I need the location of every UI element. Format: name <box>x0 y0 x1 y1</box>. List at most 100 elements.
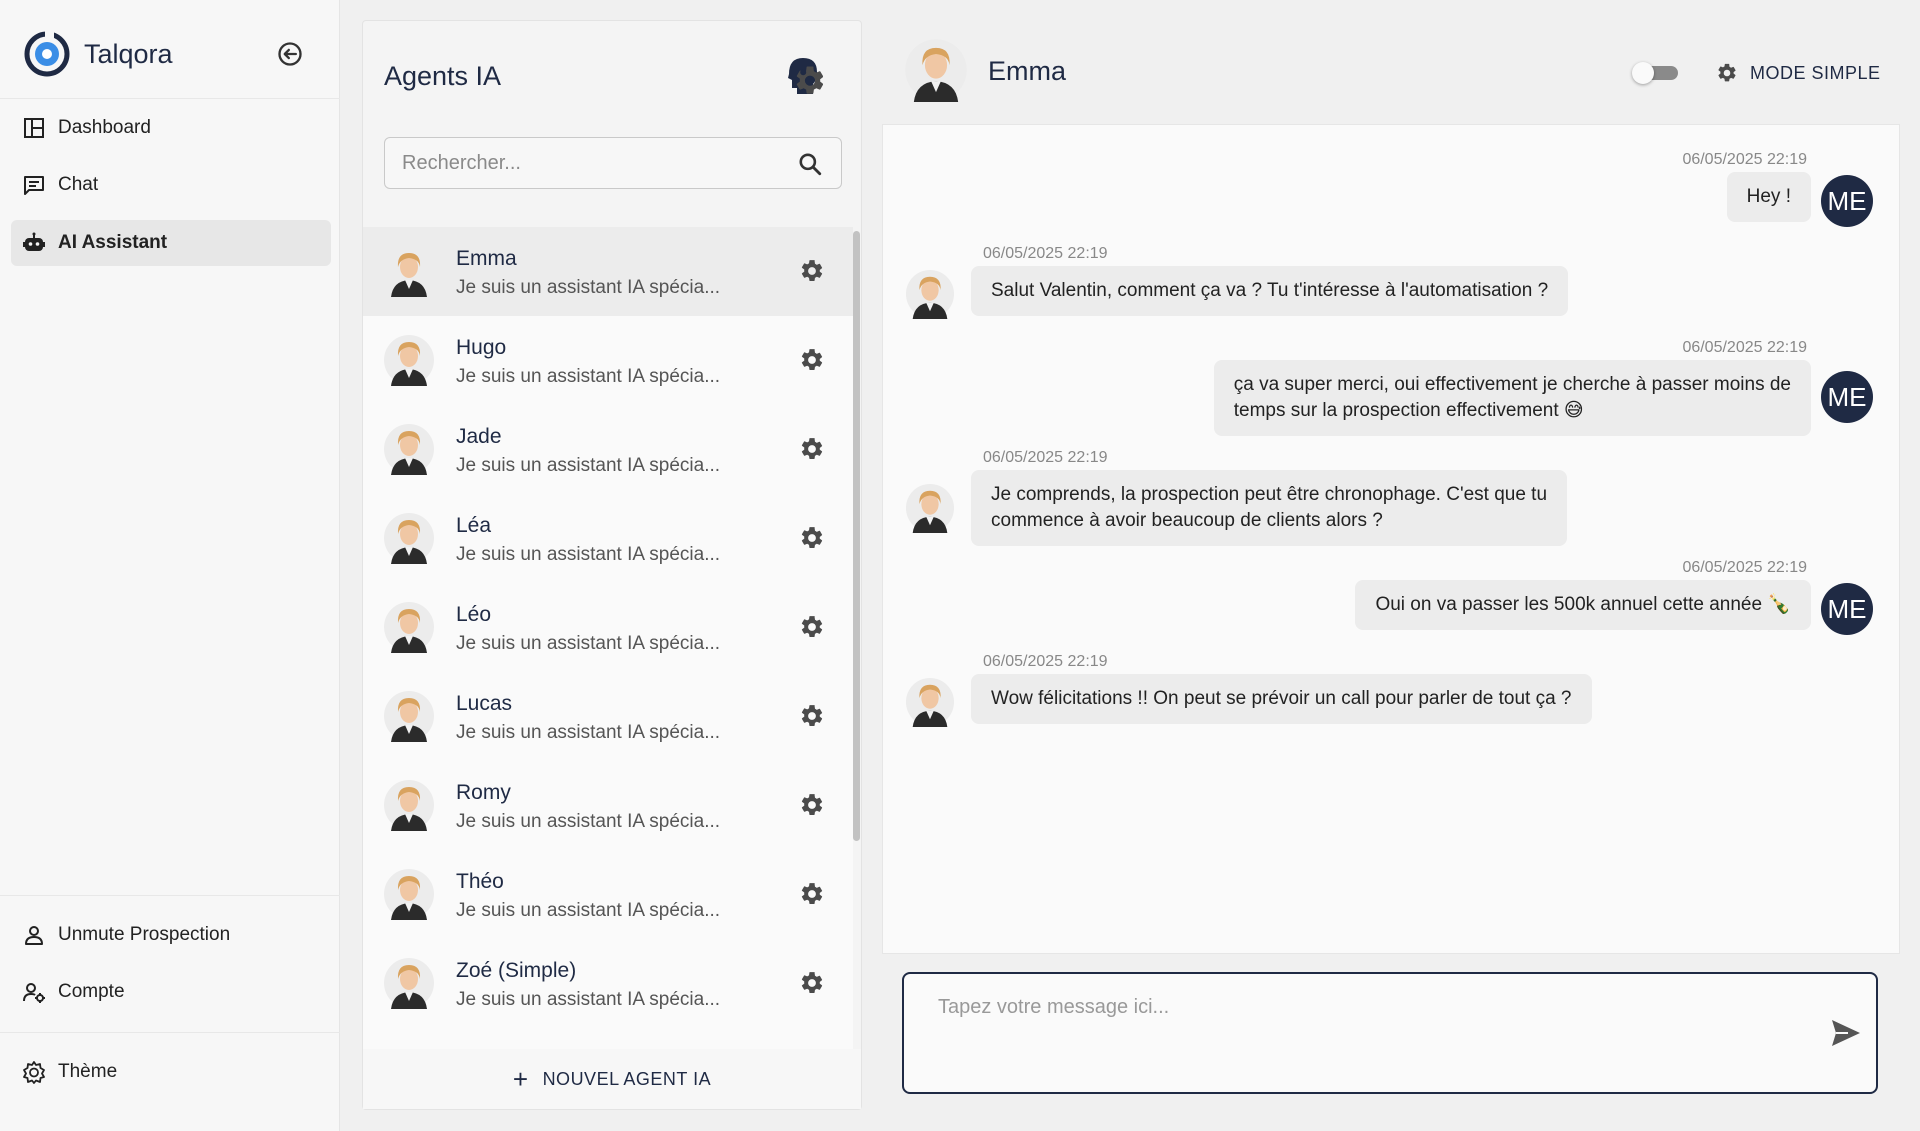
message-bubble-agent: Wow félicitations !! On peut se prévoir … <box>971 674 1592 724</box>
dashboard-icon <box>24 118 44 138</box>
gear-icon[interactable] <box>799 525 825 551</box>
message-line: temps sur la prospection effectivement 😅 <box>1233 400 1584 421</box>
agent-item-lucas[interactable]: Lucas Je suis un assistant IA spécia... <box>363 672 853 761</box>
new-agent-button[interactable]: + NOUVEL AGENT IA <box>363 1049 861 1109</box>
sidebar-divider <box>0 895 340 896</box>
message-line: commence à avoir beaucoup de clients alo… <box>991 510 1383 531</box>
sidebar-item-label: Chat <box>58 174 99 195</box>
gear-icon <box>1716 62 1738 84</box>
avatar <box>383 868 435 920</box>
message-bubble-user: Oui on va passer les 500k annuel cette a… <box>1355 580 1811 630</box>
avatar: ME <box>1821 371 1873 423</box>
avatar: ME <box>1821 175 1873 227</box>
agent-description: Je suis un assistant IA spécia... <box>456 455 721 476</box>
avatar <box>383 334 435 386</box>
sidebar-item-label: Unmute Prospection <box>58 924 231 945</box>
brand: Talqora <box>24 30 173 78</box>
mode-label: MODE SIMPLE <box>1750 62 1881 83</box>
user-cog-icon <box>23 983 45 1003</box>
agent-description: Je suis un assistant IA spécia... <box>456 900 721 921</box>
sidebar-item-label: Dashboard <box>58 117 151 138</box>
agent-description: Je suis un assistant IA spécia... <box>456 811 721 832</box>
talqora-logo-icon <box>24 31 70 77</box>
gear-icon[interactable] <box>799 881 825 907</box>
sidebar-item-ai-assistant[interactable]: AI Assistant <box>11 220 331 266</box>
avatar <box>383 957 435 1009</box>
message-bubble-agent: Salut Valentin, comment ça va ? Tu t'int… <box>971 266 1569 316</box>
message-timestamp: 06/05/2025 22:19 <box>983 245 1108 262</box>
gear-icon[interactable] <box>799 970 825 996</box>
message-input[interactable] <box>904 974 1804 1092</box>
message-timestamp: 06/05/2025 22:19 <box>1682 151 1807 168</box>
agent-description: Je suis un assistant IA spécia... <box>456 277 721 298</box>
sidebar-item-unmute-prospection[interactable]: Unmute Prospection <box>11 912 331 958</box>
agent-name: Léo <box>456 603 492 626</box>
agent-name: Zoé (Simple) <box>456 959 577 982</box>
agents-settings-icon[interactable] <box>783 54 823 98</box>
agent-description: Je suis un assistant IA spécia... <box>456 366 721 387</box>
agent-item-lea[interactable]: Léa Je suis un assistant IA spécia... <box>363 494 853 583</box>
agents-panel: Agents IA Emma Je suis un assistant IA s… <box>362 20 862 1110</box>
agent-item-theo[interactable]: Théo Je suis un assistant IA spécia... <box>363 850 853 939</box>
chat-icon <box>24 176 44 195</box>
message-composer <box>902 972 1878 1094</box>
gear-icon[interactable] <box>799 258 825 284</box>
gear-icon[interactable] <box>799 614 825 640</box>
avatar <box>904 36 968 104</box>
mode-simple-button[interactable]: MODE SIMPLE <box>1716 60 1881 86</box>
agent-item-emma[interactable]: Emma Je suis un assistant IA spécia... <box>363 227 853 316</box>
avatar <box>383 601 435 653</box>
agent-item-leo[interactable]: Léo Je suis un assistant IA spécia... <box>363 583 853 672</box>
new-agent-label: NOUVEL AGENT IA <box>542 1068 712 1089</box>
message-line: Je comprends, la prospection peut être c… <box>991 484 1548 505</box>
theme-icon <box>23 1061 45 1084</box>
avatar <box>383 423 435 475</box>
sidebar-item-theme[interactable]: Thème <box>11 1049 331 1095</box>
agent-name: Théo <box>456 870 504 893</box>
sidebar-item-compte[interactable]: Compte <box>11 969 331 1015</box>
avatar <box>383 779 435 831</box>
message-timestamp: 06/05/2025 22:19 <box>1682 339 1807 356</box>
sidebar-item-dashboard[interactable]: Dashboard <box>11 105 331 151</box>
message-bubble-agent: Je comprends, la prospection peut être c… <box>971 470 1568 546</box>
agent-name: Emma <box>456 247 517 270</box>
robot-icon <box>23 232 45 251</box>
message-timestamp: 06/05/2025 22:19 <box>983 653 1108 670</box>
sidebar-item-label: Thème <box>58 1061 118 1082</box>
search-input[interactable] <box>385 138 785 188</box>
gear-icon[interactable] <box>799 436 825 462</box>
gear-icon[interactable] <box>799 703 825 729</box>
mode-toggle[interactable] <box>1632 62 1678 84</box>
message-list: 06/05/2025 22:19 Hey ! ME 06/05/2025 22:… <box>882 124 1900 954</box>
message-timestamp: 06/05/2025 22:19 <box>1682 559 1807 576</box>
sidebar-divider <box>0 98 340 99</box>
agent-name: Lucas <box>456 692 513 715</box>
sidebar-item-chat[interactable]: Chat <box>11 162 331 208</box>
agent-item-zoe[interactable]: Zoé (Simple) Je suis un assistant IA spé… <box>363 939 853 1028</box>
agent-name: Romy <box>456 781 511 804</box>
sidebar-divider <box>0 1032 340 1033</box>
collapse-sidebar-icon[interactable] <box>276 40 304 68</box>
gear-icon[interactable] <box>799 792 825 818</box>
agent-item-jade[interactable]: Jade Je suis un assistant IA spécia... <box>363 405 853 494</box>
avatar <box>383 690 435 742</box>
send-icon[interactable] <box>1830 1018 1862 1048</box>
agent-name: Jade <box>456 425 502 448</box>
sidebar: Talqora Dashboard Chat AI Assistant Unmu… <box>0 0 340 1131</box>
message-timestamp: 06/05/2025 22:19 <box>983 449 1108 466</box>
avatar <box>905 481 955 535</box>
agent-item-hugo[interactable]: Hugo Je suis un assistant IA spécia... <box>363 316 853 405</box>
gear-icon[interactable] <box>799 347 825 373</box>
search-icon[interactable] <box>797 151 823 177</box>
agent-name: Léa <box>456 514 492 537</box>
agent-list: Emma Je suis un assistant IA spécia... H… <box>363 227 853 1049</box>
agent-list-scrollbar[interactable] <box>853 231 860 841</box>
chat-header: Emma MODE SIMPLE <box>884 20 1900 120</box>
sidebar-item-label: Compte <box>58 981 125 1002</box>
search-box <box>384 137 842 189</box>
message-bubble-user: Hey ! <box>1726 172 1811 222</box>
agent-item-romy[interactable]: Romy Je suis un assistant IA spécia... <box>363 761 853 850</box>
avatar <box>905 267 955 321</box>
app-name: Talqora <box>84 38 173 69</box>
message-bubble-user: ça va super merci, oui effectivement je … <box>1213 360 1811 436</box>
